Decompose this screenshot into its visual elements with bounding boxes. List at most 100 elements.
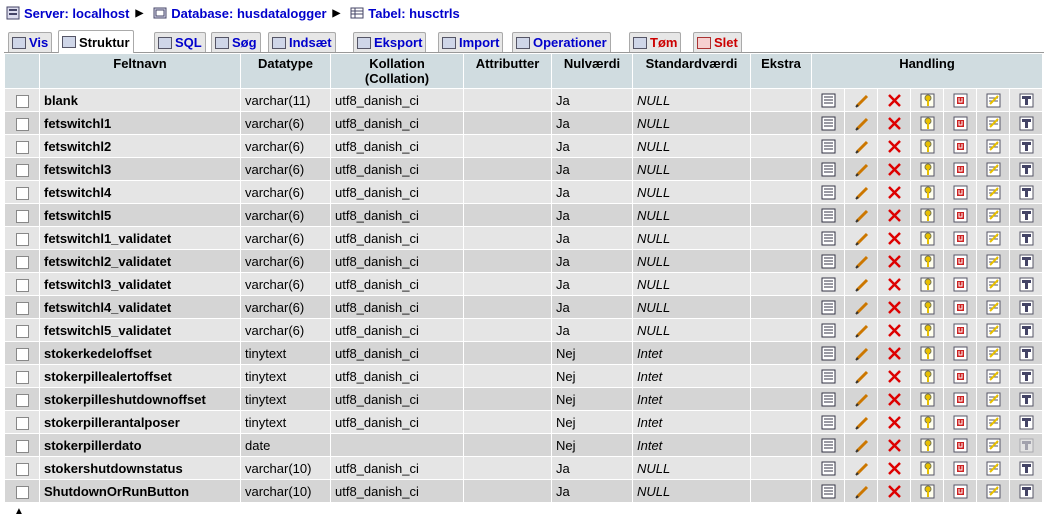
edit-icon[interactable] — [854, 415, 869, 430]
unique-icon[interactable] — [953, 369, 968, 384]
tab-search[interactable]: Søg — [211, 32, 261, 52]
header-extra[interactable]: Ekstra — [751, 54, 811, 88]
edit-icon[interactable] — [854, 484, 869, 499]
index-icon[interactable] — [986, 277, 1001, 292]
edit-icon[interactable] — [854, 139, 869, 154]
browse-distinct-icon[interactable] — [821, 185, 836, 200]
row-checkbox[interactable] — [15, 439, 29, 453]
index-icon[interactable] — [986, 392, 1001, 407]
table-row[interactable]: fetswitchl2 varchar(6) utf8_danish_ci Ja NUL… — [5, 135, 1042, 157]
breadcrumb-table-label[interactable]: Tabel: husctrls — [368, 6, 460, 21]
edit-icon[interactable] — [854, 116, 869, 131]
table-row[interactable]: fetswitchl3 varchar(6) utf8_danish_ci Ja NUL… — [5, 158, 1042, 180]
unique-icon[interactable] — [953, 392, 968, 407]
index-icon[interactable] — [986, 162, 1001, 177]
primary-key-icon[interactable] — [920, 346, 935, 361]
tab-import[interactable]: Import — [438, 32, 504, 52]
unique-icon[interactable] — [953, 93, 968, 108]
unique-icon[interactable] — [953, 208, 968, 223]
header-attributes[interactable]: Attributter — [464, 54, 551, 88]
row-checkbox[interactable] — [15, 255, 29, 269]
primary-key-icon[interactable] — [920, 208, 935, 223]
drop-icon[interactable] — [887, 162, 902, 177]
fulltext-icon[interactable] — [1019, 185, 1034, 200]
unique-icon[interactable] — [953, 415, 968, 430]
primary-key-icon[interactable] — [920, 162, 935, 177]
browse-distinct-icon[interactable] — [821, 484, 836, 499]
unique-icon[interactable] — [953, 185, 968, 200]
unique-icon[interactable] — [953, 346, 968, 361]
drop-icon[interactable] — [887, 392, 902, 407]
browse-distinct-icon[interactable] — [821, 392, 836, 407]
row-checkbox[interactable] — [15, 140, 29, 154]
row-checkbox[interactable] — [15, 278, 29, 292]
drop-icon[interactable] — [887, 369, 902, 384]
breadcrumb-server-label[interactable]: Server: localhost — [24, 6, 130, 21]
breadcrumb-table[interactable]: Tabel: husctrls — [350, 6, 460, 21]
table-row[interactable]: fetswitchl1 varchar(6) utf8_danish_ci Ja NUL… — [5, 112, 1042, 134]
table-row[interactable]: stokerpillerantalposer tinytext utf8_danis… — [5, 411, 1042, 433]
edit-icon[interactable] — [854, 300, 869, 315]
drop-icon[interactable] — [887, 323, 902, 338]
browse-distinct-icon[interactable] — [821, 346, 836, 361]
fulltext-icon[interactable] — [1019, 415, 1034, 430]
browse-distinct-icon[interactable] — [821, 254, 836, 269]
header-default[interactable]: Standardværdi — [633, 54, 750, 88]
browse-distinct-icon[interactable] — [821, 438, 836, 453]
table-row[interactable]: fetswitchl4_validatet varchar(6) utf8_dani… — [5, 296, 1042, 318]
unique-icon[interactable] — [953, 277, 968, 292]
browse-distinct-icon[interactable] — [821, 323, 836, 338]
drop-icon[interactable] — [887, 231, 902, 246]
primary-key-icon[interactable] — [920, 300, 935, 315]
header-type[interactable]: Datatype — [241, 54, 330, 88]
primary-key-icon[interactable] — [920, 185, 935, 200]
row-checkbox[interactable] — [15, 186, 29, 200]
breadcrumb-database[interactable]: Database: husdatalogger — [153, 6, 327, 21]
edit-icon[interactable] — [854, 162, 869, 177]
browse-distinct-icon[interactable] — [821, 231, 836, 246]
fulltext-icon[interactable] — [1019, 392, 1034, 407]
tab-export[interactable]: Eksport — [353, 32, 427, 52]
unique-icon[interactable] — [953, 461, 968, 476]
index-icon[interactable] — [986, 139, 1001, 154]
index-icon[interactable] — [986, 438, 1001, 453]
table-row[interactable]: fetswitchl4 varchar(6) utf8_danish_ci Ja NUL… — [5, 181, 1042, 203]
drop-icon[interactable] — [887, 438, 902, 453]
row-checkbox[interactable] — [15, 94, 29, 108]
browse-distinct-icon[interactable] — [821, 208, 836, 223]
browse-distinct-icon[interactable] — [821, 139, 836, 154]
primary-key-icon[interactable] — [920, 139, 935, 154]
fulltext-icon[interactable] — [1019, 461, 1034, 476]
header-collation[interactable]: Kollation (Collation) — [331, 54, 463, 88]
primary-key-icon[interactable] — [920, 484, 935, 499]
fulltext-icon[interactable] — [1019, 346, 1034, 361]
fulltext-icon[interactable] — [1019, 277, 1034, 292]
unique-icon[interactable] — [953, 162, 968, 177]
browse-distinct-icon[interactable] — [821, 277, 836, 292]
table-row[interactable]: ShutdownOrRunButton varchar(10) utf8_danis… — [5, 480, 1042, 502]
browse-distinct-icon[interactable] — [821, 93, 836, 108]
index-icon[interactable] — [986, 185, 1001, 200]
tab-drop[interactable]: Slet — [693, 32, 742, 52]
primary-key-icon[interactable] — [920, 93, 935, 108]
primary-key-icon[interactable] — [920, 392, 935, 407]
table-row[interactable]: fetswitchl5_validatet varchar(6) utf8_dani… — [5, 319, 1042, 341]
unique-icon[interactable] — [953, 231, 968, 246]
edit-icon[interactable] — [854, 231, 869, 246]
index-icon[interactable] — [986, 461, 1001, 476]
edit-icon[interactable] — [854, 277, 869, 292]
edit-icon[interactable] — [854, 208, 869, 223]
fulltext-icon[interactable] — [1019, 116, 1034, 131]
drop-icon[interactable] — [887, 93, 902, 108]
drop-icon[interactable] — [887, 277, 902, 292]
edit-icon[interactable] — [854, 93, 869, 108]
table-row[interactable]: fetswitchl3_validatet varchar(6) utf8_dani… — [5, 273, 1042, 295]
table-row[interactable]: fetswitchl2_validatet varchar(6) utf8_dani… — [5, 250, 1042, 272]
primary-key-icon[interactable] — [920, 254, 935, 269]
table-row[interactable]: fetswitchl1_validatet varchar(6) utf8_dani… — [5, 227, 1042, 249]
fulltext-icon[interactable] — [1019, 208, 1034, 223]
tab-insert[interactable]: Indsæt — [268, 32, 336, 52]
row-checkbox[interactable] — [15, 232, 29, 246]
unique-icon[interactable] — [953, 484, 968, 499]
fulltext-icon[interactable] — [1019, 162, 1034, 177]
